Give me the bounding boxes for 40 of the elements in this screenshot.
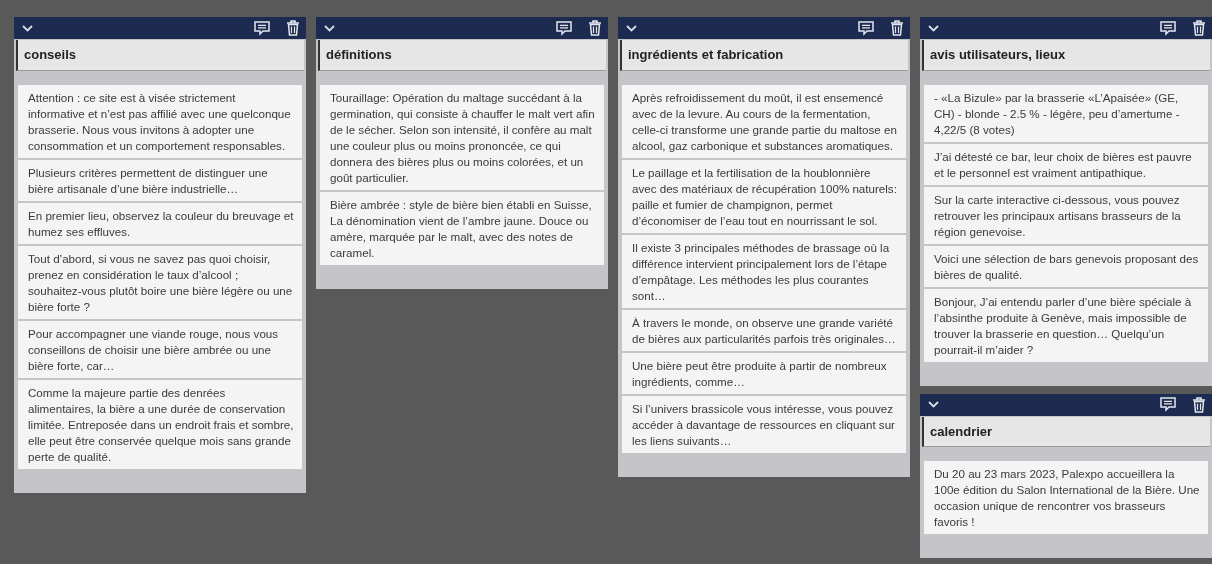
note-card[interactable]: Sur la carte interactive ci-dessous, vous pouvez retrouver les principaux artisans brasseurs de la région genevoise.: [924, 186, 1208, 244]
list-title: définitions: [318, 40, 606, 71]
note-card[interactable]: Le paillage et la fertilisation de la houblonnière avec des matériaux de récupération 100% naturels: paille et fumier de champignon, permet d’économiser de l’eau tout en nourrissant le sol.: [622, 159, 906, 233]
note-card[interactable]: - «La Bizule» par la brasserie «L’Apaisée» (GE, CH) - blonde - 2.5 % - légère, peu d’amertume - 4,22/5 (8 votes): [924, 84, 1208, 142]
collapse-button[interactable]: [928, 24, 939, 32]
note-card[interactable]: Du 20 au 23 mars 2023, Palexpo accueillera la 100e édition du Salon International de la Bière. Une occasion unique de rencontrer vos brasseurs favoris !: [924, 461, 1208, 534]
list-title: ingrédients et fabrication: [620, 40, 908, 71]
comment-button[interactable]: [556, 20, 572, 36]
note-card[interactable]: Attention : ce site est à visée strictement informative et n’est pas affilié avec une quelconque brasserie. Nous vous invitons à adopter une consommation et un comportement responsables.: [18, 84, 302, 158]
note-card[interactable]: Après refroidissement du moût, il est ensemencé avec de la levure. Au cours de la fermentation, celle-ci transforme une grande partie du maltose en alcool, gaz carbonique et substances aromatiques.: [622, 84, 906, 158]
note-card[interactable]: En premier lieu, observez la couleur du breuvage et humez ses effluves.: [18, 202, 302, 244]
collapse-button[interactable]: [324, 24, 335, 32]
list-title: avis utilisateurs, lieux: [922, 40, 1210, 71]
note-card[interactable]: Il existe 3 principales méthodes de brassage où la différence intervient principalement lors de l’étape d’empâtage. Les méthodes les plus courantes sont…: [622, 234, 906, 308]
note-card[interactable]: Si l’univers brassicole vous intéresse, vous pouvez accéder à davantage de ressources en cliquant sur les liens suivants…: [622, 395, 906, 453]
comment-button[interactable]: [858, 20, 874, 36]
delete-button[interactable]: [1192, 396, 1206, 413]
delete-button[interactable]: [588, 20, 602, 36]
collapse-button[interactable]: [928, 401, 939, 408]
note-card[interactable]: Une bière peut être produite à partir de nombreux ingrédients, comme…: [622, 352, 906, 394]
note-card[interactable]: Touraillage: Opération du maltage succédant à la germination, qui consiste à chauffer le malt vert afin de le sécher. Selon son intensité, il confère au malt une couleur plus ou moins prononcée, ce qui donnera des bières plus ou moins colorées, et un goût particulier.: [320, 84, 604, 190]
delete-button[interactable]: [1192, 20, 1206, 36]
delete-button[interactable]: [286, 20, 300, 36]
note-card[interactable]: Plusieurs critères permettent de distinguer une bière artisanale d’une bière industrielle…: [18, 159, 302, 201]
note-card[interactable]: Comme la majeure partie des denrées alimentaires, la bière a une durée de conservation limitée. Entreposée dans un endroit frais et sombre, elle peut être conservée quelque mois sans grande perte de qualité.: [18, 379, 302, 469]
note-card[interactable]: Voici une sélection de bars genevois proposant des bières de qualité.: [924, 245, 1208, 287]
collapse-button[interactable]: [22, 24, 33, 32]
note-card[interactable]: Bière ambrée : style de bière bien établi en Suisse, La dénomination vient de l’ambre jaune. Douce ou amère, marquée par le malt, avec des notes de caramel.: [320, 191, 604, 265]
note-card[interactable]: Bonjour, J’ai entendu parler d’une bière spéciale à l’absinthe produite à Genève, mais impossible de trouver la brasserie en question… Quelqu’un pourrait-il m’aider ?: [924, 288, 1208, 362]
comment-button[interactable]: [1160, 20, 1176, 36]
delete-button[interactable]: [890, 20, 904, 36]
note-card[interactable]: J’ai détesté ce bar, leur choix de bières est pauvre et le personnel est vraiment antipathique.: [924, 143, 1208, 185]
comment-button[interactable]: [1160, 397, 1176, 412]
list-title: conseils: [16, 40, 304, 71]
note-card[interactable]: À travers le monde, on observe une grande variété de bières aux particularités parfois très originales…: [622, 309, 906, 351]
comment-button[interactable]: [254, 20, 270, 36]
note-card[interactable]: Tout d’abord, si vous ne savez pas quoi choisir, prenez en considération le taux d’alcool ; souhaitez-vous plutôt boire une bière légère ou une bière forte ?: [18, 245, 302, 319]
note-card[interactable]: Pour accompagner une viande rouge, nous vous conseillons de choisir une bière ambrée ou une bière forte, car…: [18, 320, 302, 378]
collapse-button[interactable]: [626, 24, 637, 32]
list-title: calendrier: [922, 416, 1210, 447]
